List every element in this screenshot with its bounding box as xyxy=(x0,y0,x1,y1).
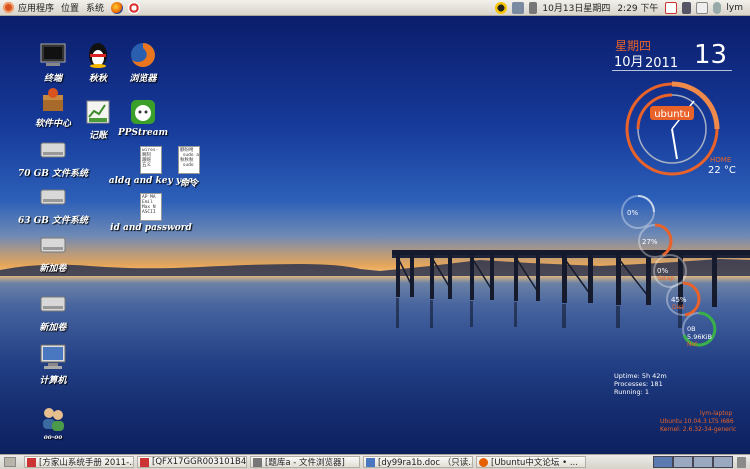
hard-drive-icon xyxy=(40,142,66,158)
volume-2-label: 新加卷 xyxy=(39,323,67,333)
uptime-text: Uptime: 5h 42m xyxy=(614,372,667,380)
document-icon xyxy=(366,457,375,467)
computer-desktop-icon[interactable]: 计算机 xyxy=(21,343,85,386)
disk-63gb-label: 63 GB 文件系统 xyxy=(17,216,89,226)
doc-cmd-desktop-icon[interactable]: 额吩咐 sudo ap 秋秋秋 sudo 命令 xyxy=(157,146,221,189)
taskbar-item-label: [dy99ra1b.doc （只读... xyxy=(378,458,473,468)
network-icon[interactable] xyxy=(512,1,525,14)
users-icon xyxy=(43,408,64,431)
mail-icon[interactable] xyxy=(696,1,709,14)
disk-value: 45% xyxy=(671,296,687,304)
ledger-icon xyxy=(86,100,110,124)
top-panel: 应用程序 位置 系统 10月13日星期四 2:29 下午 lym xyxy=(0,0,750,16)
workspace-4[interactable] xyxy=(713,456,733,468)
trash-icon[interactable] xyxy=(737,456,746,468)
year-label: 2011 xyxy=(645,56,679,71)
computer-label: 计算机 xyxy=(39,376,67,386)
analog-clock: ubuntu xyxy=(625,81,720,176)
menu-system[interactable]: 系统 xyxy=(86,1,104,14)
cpu1-value: 0% xyxy=(627,209,639,217)
terminal-icon xyxy=(40,43,66,66)
taskbar-item[interactable]: [QFX17GGR003101B4... xyxy=(137,456,247,468)
show-desktop-icon[interactable] xyxy=(4,457,16,467)
menu-applications[interactable]: 应用程序 xyxy=(18,1,54,14)
text-document-icon: 额吩咐 sudo ap 秋秋秋 sudo xyxy=(178,146,200,174)
volume-1-label: 新加卷 xyxy=(39,264,67,274)
people-label: oo-oo xyxy=(43,434,63,441)
day-label: 13 xyxy=(694,40,728,70)
hard-drive-icon xyxy=(40,237,66,253)
user-icon[interactable] xyxy=(713,1,722,14)
qq-penguin-icon xyxy=(89,43,107,68)
net-label: Net xyxy=(687,341,698,348)
workspace-switcher[interactable] xyxy=(653,456,733,468)
weather-location: HOME xyxy=(710,156,732,164)
net-up-value: 5.96KiB xyxy=(687,333,713,341)
ppstream-label: PPStream xyxy=(117,128,168,138)
bottom-panel: [方家山系统手册 2011-... [QFX17GGR003101B4... [… xyxy=(0,454,750,469)
net-down-value: 0B xyxy=(687,325,696,333)
doc-id-label: id and password xyxy=(110,223,192,233)
taskbar-item[interactable]: [Ubuntu中文论坛 • ... xyxy=(476,456,586,468)
disk-63gb-desktop-icon[interactable]: 63 GB 文件系统 xyxy=(13,183,93,226)
firefox-launcher-icon[interactable] xyxy=(111,1,124,14)
date-divider xyxy=(612,70,732,71)
running-text: Running: 1 xyxy=(614,388,650,396)
net-ring xyxy=(682,311,717,347)
taskbar-item-label: [方家山系统手册 2011-... xyxy=(39,458,134,468)
doc-id-desktop-icon[interactable]: AP MA Emil Max N ASCII id and password xyxy=(110,193,192,233)
distro-text: Ubuntu 10.04.3 LTS i686 xyxy=(660,418,734,425)
ppstream-desktop-icon[interactable]: PPStream xyxy=(111,98,175,138)
taskbar-item-label: [Ubuntu中文论坛 • ... xyxy=(491,458,578,468)
qq-tray-icon[interactable] xyxy=(495,1,508,14)
volume-icon[interactable] xyxy=(529,1,538,14)
workspace-2[interactable] xyxy=(673,456,693,468)
qq-label: 秋秋 xyxy=(88,74,107,84)
text-document-icon: AP MA Emil Max N ASCII xyxy=(140,193,162,221)
taskbar-item-label: [题库a - 文件浏览器] xyxy=(265,458,345,468)
volume-1-desktop-icon[interactable]: 新加卷 xyxy=(21,231,85,274)
taskbar-item[interactable]: [题库a - 文件浏览器] xyxy=(250,456,360,468)
terminal-label: 终端 xyxy=(43,74,62,84)
hostname-text: lym-laptop xyxy=(700,410,733,417)
firefox-icon xyxy=(479,457,488,467)
people-desktop-icon[interactable]: oo-oo xyxy=(21,404,85,441)
volume-2-desktop-icon[interactable]: 新加卷 xyxy=(21,290,85,333)
doc-cmd-label: 命令 xyxy=(179,179,198,189)
folder-icon xyxy=(253,457,262,467)
user-name[interactable]: lym xyxy=(726,3,743,13)
document-icon xyxy=(27,457,36,467)
clock-logo-text: ubuntu xyxy=(654,109,690,120)
help-lifebuoy-icon[interactable] xyxy=(128,1,141,14)
gmail-notifier-icon[interactable] xyxy=(665,1,678,14)
month-label: 10月 xyxy=(614,55,644,70)
bluetooth-icon[interactable] xyxy=(682,1,692,14)
workspace-1[interactable] xyxy=(653,456,673,468)
taskbar-item-label: [QFX17GGR003101B4... xyxy=(152,457,247,467)
time-label[interactable]: 2:29 下午 xyxy=(617,1,658,14)
taskbar-item[interactable]: [方家山系统手册 2011-... xyxy=(24,456,134,468)
cpu2-value: 27% xyxy=(642,238,658,246)
ubuntu-logo-icon[interactable] xyxy=(3,2,14,13)
menu-places[interactable]: 位置 xyxy=(61,1,79,14)
ppstream-icon xyxy=(131,100,155,124)
processes-text: Processes: 181 xyxy=(614,380,663,388)
software-center-icon xyxy=(43,88,63,111)
weather-temperature: 22 °C xyxy=(708,165,736,176)
disk-70gb-desktop-icon[interactable]: 70 GB 文件系统 xyxy=(13,136,93,179)
date-label[interactable]: 10月13日星期四 xyxy=(542,1,610,14)
document-icon xyxy=(140,457,149,467)
taskbar-item[interactable]: [dy99ra1b.doc （只读... xyxy=(363,456,473,468)
disk-70gb-label: 70 GB 文件系统 xyxy=(17,169,89,179)
kernel-text: Kernel: 2.6.32-34-generic xyxy=(660,426,737,433)
computer-icon xyxy=(40,344,66,369)
workspace-3[interactable] xyxy=(693,456,713,468)
desktop-background: 终端 秋秋 浏览器 软件中心 记账 PPStream 70 GB 文件系统 wi… xyxy=(0,16,750,454)
firefox-icon xyxy=(131,43,155,67)
firefox-desktop-icon[interactable]: 浏览器 xyxy=(111,41,175,84)
hard-drive-icon xyxy=(40,296,66,312)
firefox-label: 浏览器 xyxy=(129,74,157,84)
ram-value: 0% xyxy=(657,267,669,275)
hard-drive-icon xyxy=(40,189,66,205)
